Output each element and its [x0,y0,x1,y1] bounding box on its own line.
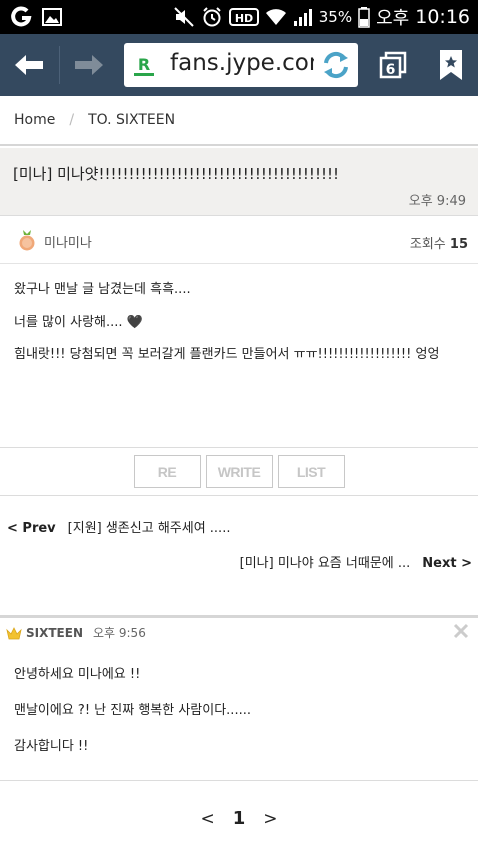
post-time: 오후 9:49 [408,194,466,209]
bookmark-button[interactable] [424,34,478,96]
post-body-line: 너를 많이 사랑해.... 🖤 [14,314,143,330]
view-count-label: 조회수 [409,237,446,252]
forward-button[interactable] [60,34,118,96]
comment-section-border [0,615,478,618]
back-arrow-icon [15,55,43,75]
comment-body: 안녕하세요 미나에요 !! 맨날이에요 ?! 난 진짜 행복한 사람이다....… [14,665,251,773]
divider [0,495,478,496]
reload-icon [324,51,348,79]
pagination: < 1 > [0,808,478,829]
prev-label[interactable]: < Prev [7,521,56,536]
next-post-title[interactable]: [미나] 미나야 요즘 너때문에 ... [240,556,411,571]
reload-button[interactable] [318,47,354,83]
write-button[interactable]: WRITE [205,455,273,488]
alarm-icon [201,6,223,28]
reply-button[interactable]: RE [133,455,201,488]
site-favicon: R [134,54,154,76]
prev-post-link[interactable]: < Prev [지원] 생존신고 해주세여 ..... [7,517,230,536]
page-next-button[interactable]: > [263,809,277,829]
page-prev-button[interactable]: < [200,809,214,829]
comment-line: 안녕하세요 미나에요 !! [14,667,141,682]
post-body: 왔구나 맨날 글 남겼는데 흑흑.... 너를 많이 사랑해.... 🖤 힘내랏… [14,280,468,378]
tabs-icon: 6 [379,51,407,79]
battery-icon [358,6,370,28]
author-name[interactable]: 미나미나 [44,232,92,251]
signal-icon [293,7,313,27]
url-text[interactable]: fans.jype.com [170,50,314,76]
status-ampm: 오후 [376,8,410,29]
prev-post-title[interactable]: [지원] 생존신고 해주세여 ..... [68,521,231,536]
comment-header: SIXTEEN 오후 9:56 [6,624,146,641]
crown-icon [6,626,22,639]
page-current[interactable]: 1 [233,808,246,829]
breadcrumb: Home / TO. SIXTEEN [0,96,478,146]
divider [0,447,478,448]
post-actions: RE WRITE LIST [0,455,478,489]
post-title: [미나] 미나얏!!!!!!!!!!!!!!!!!!!!!!!!!!!!!!!!… [13,165,339,183]
bookmark-icon [440,50,462,80]
status-time: 10:16 [415,6,470,28]
view-count: 조회수 15 [410,233,468,252]
hd-voice-icon: HD [228,6,259,28]
comment-author[interactable]: SIXTEEN [26,626,83,640]
mute-icon [173,6,195,28]
post-body-line: 왔구나 맨날 글 남겼는데 흑흑.... [14,282,191,297]
close-icon[interactable] [452,622,470,640]
author-row: 미나미나 조회수 15 [0,217,478,264]
battery-percent: 35% [318,8,353,26]
comment-time: 오후 9:56 [92,626,146,640]
wifi-icon [265,7,287,27]
comment-line: 맨날이에요 ?! 난 진짜 행복한 사람이다...... [14,703,251,718]
breadcrumb-current[interactable]: TO. SIXTEEN [88,112,175,128]
comment-line: 감사합니다 !! [14,739,89,754]
next-label[interactable]: Next > [422,556,472,571]
forward-arrow-icon [75,55,103,75]
list-button[interactable]: LIST [277,455,345,488]
tabs-button[interactable]: 6 [366,34,420,96]
post-header: [미나] 미나얏!!!!!!!!!!!!!!!!!!!!!!!!!!!!!!!!… [0,148,478,216]
view-count-value: 15 [449,237,468,252]
image-icon [42,8,62,26]
next-post-link[interactable]: [미나] 미나야 요즘 너때문에 ... Next > [240,552,472,571]
svg-text:HD: HD [235,12,253,25]
author-level-icon [19,230,35,251]
breadcrumb-home[interactable]: Home [14,112,55,128]
browser-toolbar: R fans.jype.com 6 [0,34,478,96]
app-g-icon [10,6,32,28]
post-body-line: 힘내랏!!! 당첨되면 꼭 보러갈게 플랜카드 만들어서 ㅠㅠ!!!!!!!!!… [14,347,440,362]
address-bar[interactable]: R fans.jype.com [124,43,358,87]
breadcrumb-separator: / [69,112,75,128]
status-bar: HD 35% 오후 10:16 [0,0,478,34]
back-button[interactable] [0,34,58,96]
svg-text:6: 6 [386,62,396,78]
divider [0,780,478,781]
